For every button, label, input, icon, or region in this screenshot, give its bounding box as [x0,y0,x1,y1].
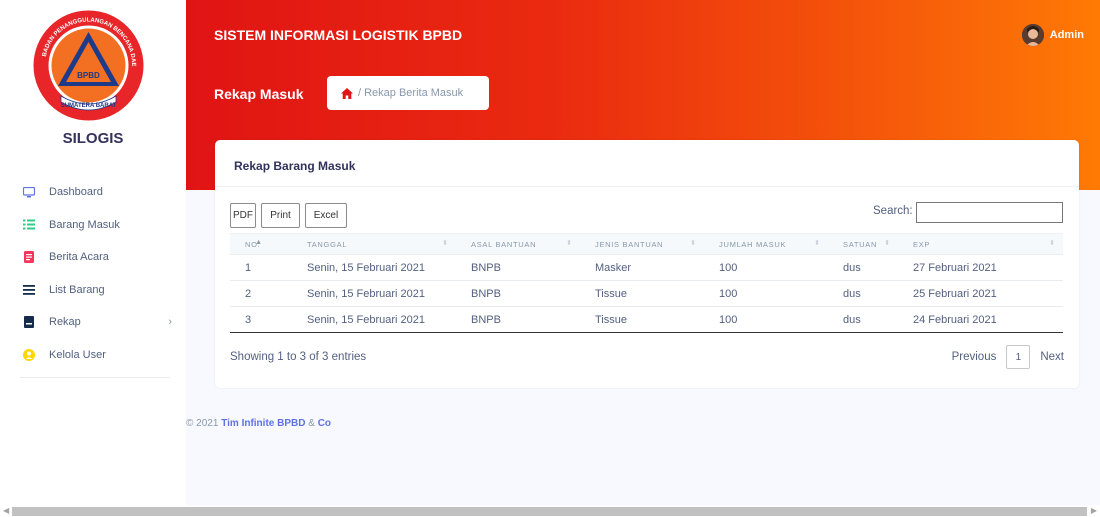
print-button[interactable]: Print [261,203,300,228]
next-page-button[interactable]: Next [1040,351,1064,363]
sidebar-item-berita-acara[interactable]: Berita Acara [0,241,186,274]
cell-asal-bantuan: BNPB [456,254,580,281]
sort-icon: ⬍ [442,240,448,247]
sidebar: BPBD SUMATERA BARAT BADAN PENANGGULANGAN… [0,0,186,505]
document-icon [23,251,35,264]
table-header-row: NO. ▲ TANGGAL ⬍ ASAL BANTUAN ⬍ JENIS BANTUA… [230,233,1063,255]
export-buttons: PDF Print Excel [230,203,352,228]
footer-amp: & [308,418,315,429]
cell-tanggal: Senin, 15 Februari 2021 [292,254,456,281]
pagination: Previous 1 Next [952,345,1064,369]
table-row: 2 Senin, 15 Februari 2021 BNPB Tissue 10… [230,280,1063,307]
table-row: 3 Senin, 15 Februari 2021 BNPB Tissue 10… [230,306,1063,333]
scrollbar-thumb[interactable] [12,507,1087,516]
cell-jumlah-masuk: 100 [704,254,828,281]
cell-exp: 24 Februari 2021 [898,306,1063,333]
sort-icon: ⬍ [566,240,572,247]
horizontal-scrollbar[interactable]: ◀ ▶ [0,505,1100,517]
sort-icon: ⬍ [1049,240,1055,247]
sidebar-divider [20,377,170,378]
sidebar-item-label: List Barang [49,283,105,296]
sidebar-item-barang-masuk[interactable]: Barang Masuk [0,209,186,242]
table-row: 1 Senin, 15 Februari 2021 BNPB Masker 10… [230,254,1063,281]
app-title: SISTEM INFORMASI LOGISTIK BPBD [214,27,463,43]
footer-team-link[interactable]: Tim Infinite BPBD [221,418,305,429]
sidebar-item-label: Barang Masuk [49,218,120,231]
footer-copyright: © 2021 [186,418,219,429]
previous-page-button[interactable]: Previous [952,351,997,363]
breadcrumb: / Rekap Berita Masuk [327,76,489,110]
sort-asc-icon: ▲ [255,239,262,246]
cell-exp: 25 Februari 2021 [898,280,1063,307]
page-1-button[interactable]: 1 [1006,345,1031,369]
cell-no: 1 [230,254,292,281]
column-header-jenis-bantuan[interactable]: JENIS BANTUAN ⬍ [580,233,704,255]
cell-jenis-bantuan: Tissue [580,280,704,307]
cell-satuan: dus [828,254,898,281]
cell-exp: 27 Februari 2021 [898,254,1063,281]
cell-jenis-bantuan: Tissue [580,306,704,333]
bpbd-logo[interactable]: BPBD SUMATERA BARAT BADAN PENANGGULANGAN… [29,4,146,123]
user-icon [23,348,35,361]
sidebar-item-rekap[interactable]: Rekap › [0,306,186,339]
monitor-icon [23,186,35,198]
pdf-button[interactable]: PDF [230,203,256,228]
column-header-no[interactable]: NO. ▲ [230,233,292,255]
sidebar-nav: Dashboard Barang Masuk Berita Acara List… [0,176,186,371]
sidebar-item-kelola-user[interactable]: Kelola User [0,339,186,372]
scroll-left-icon[interactable]: ◀ [3,506,9,515]
rekap-card: Rekap Barang Masuk PDF Print Excel Searc… [215,140,1079,388]
table-info: Showing 1 to 3 of 3 entries [230,351,367,363]
scroll-right-icon[interactable]: ▶ [1091,506,1097,515]
list-icon [23,219,35,231]
sort-icon: ⬍ [814,240,820,247]
brand-name: SILOGIS [62,130,124,147]
footer-co-link[interactable]: Co [318,418,331,429]
breadcrumb-current: / Rekap Berita Masuk [358,87,464,99]
menu-icon [23,284,35,296]
cell-jumlah-masuk: 100 [704,280,828,307]
column-header-asal-bantuan[interactable]: ASAL BANTUAN ⬍ [456,233,580,255]
archive-icon [23,316,35,329]
svg-text:BPBD: BPBD [77,71,100,80]
rekap-table: NO. ▲ TANGGAL ⬍ ASAL BANTUAN ⬍ JENIS BANTUA… [230,233,1063,333]
page-title: Rekap Masuk [214,86,304,102]
sidebar-item-dashboard[interactable]: Dashboard [0,176,186,209]
cell-jumlah-masuk: 100 [704,306,828,333]
cell-tanggal: Senin, 15 Februari 2021 [292,280,456,307]
sidebar-item-label: Dashboard [49,186,103,199]
cell-no: 3 [230,306,292,333]
sort-icon: ⬍ [884,240,890,247]
cell-satuan: dus [828,306,898,333]
svg-text:SUMATERA BARAT: SUMATERA BARAT [61,103,117,109]
sidebar-item-label: Kelola User [49,348,106,361]
card-title: Rekap Barang Masuk [234,159,356,173]
cell-no: 2 [230,280,292,307]
sidebar-item-list-barang[interactable]: List Barang [0,274,186,307]
column-header-jumlah-masuk[interactable]: JUMLAH MASUK ⬍ [704,233,828,255]
sidebar-item-label: Rekap [49,316,81,329]
card-divider [215,186,1079,187]
column-header-tanggal[interactable]: TANGGAL ⬍ [292,233,456,255]
search-label: Search: [873,205,913,217]
search-input[interactable] [916,202,1063,223]
chevron-right-icon: › [168,316,172,329]
cell-jenis-bantuan: Masker [580,254,704,281]
cell-asal-bantuan: BNPB [456,280,580,307]
column-header-exp[interactable]: EXP ⬍ [898,233,1063,255]
excel-button[interactable]: Excel [305,203,347,228]
sidebar-item-label: Berita Acara [49,251,109,264]
avatar [1021,24,1044,46]
cell-satuan: dus [828,280,898,307]
column-header-satuan[interactable]: SATUAN ⬍ [828,233,898,255]
sort-icon: ⬍ [690,240,696,247]
user-menu[interactable]: Admin [1021,24,1084,46]
home-icon[interactable] [341,87,353,99]
cell-tanggal: Senin, 15 Februari 2021 [292,306,456,333]
footer: © 2021 Tim Infinite BPBD & Co [186,418,331,429]
user-name: Admin [1049,29,1084,41]
cell-asal-bantuan: BNPB [456,306,580,333]
